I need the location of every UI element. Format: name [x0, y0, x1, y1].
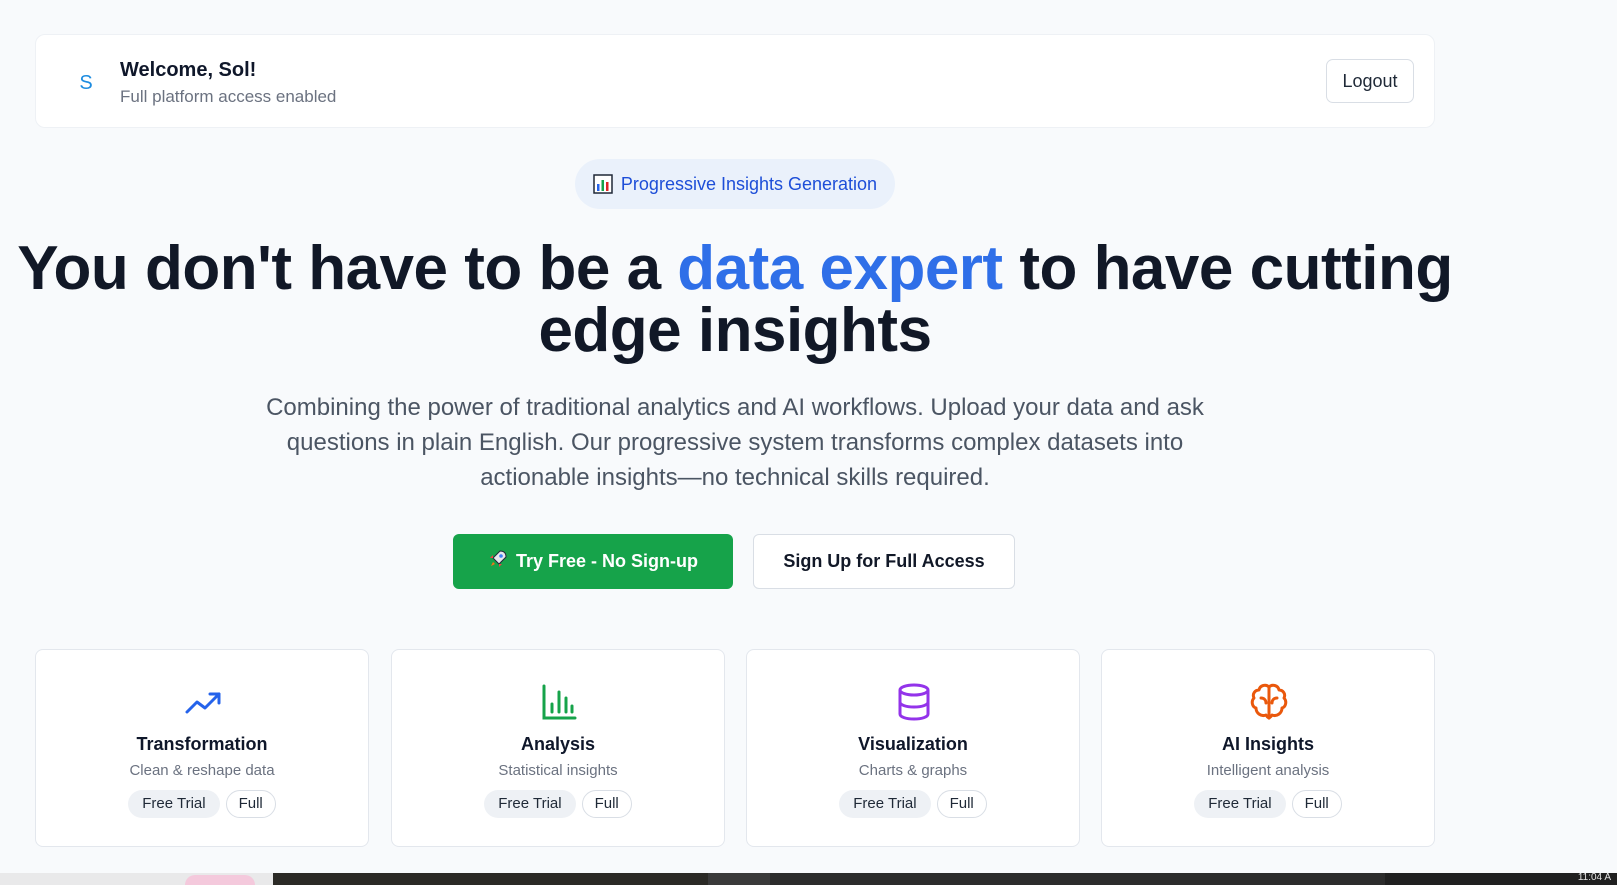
card-subtitle: Intelligent analysis — [1206, 762, 1330, 779]
card-title: AI Insights — [1221, 734, 1314, 754]
user-header-card: S Welcome, Sol! Full platform access ena… — [35, 34, 1435, 128]
tag-full: Full — [581, 790, 632, 818]
card-subtitle: Clean & reshape data — [129, 762, 275, 779]
hero-headline: You don't have to be a data expert to ha… — [0, 238, 1470, 362]
feature-badge: Progressive Insights Generation — [575, 159, 895, 209]
feature-card-ai-insights[interactable]: AI Insights Intelligent analysis Free Tr… — [1101, 649, 1435, 847]
try-free-label: Try Free - No Sign-up — [515, 551, 698, 571]
taskbar-app-area[interactable] — [273, 873, 708, 885]
rocket-icon — [488, 549, 508, 574]
try-free-button[interactable]: Try Free - No Sign-up — [453, 534, 733, 589]
os-taskbar: 11:04 A — [0, 873, 1617, 885]
hero-description: Combining the power of traditional analy… — [266, 394, 1204, 491]
welcome-title: Welcome, Sol! — [120, 59, 257, 81]
tag-free-trial: Free Trial — [839, 790, 931, 818]
bar-chart-icon — [537, 680, 581, 724]
card-tags: Free Trial Full — [747, 790, 1079, 818]
headline-part-1: You don't have to be a — [17, 234, 678, 303]
logout-button[interactable]: Logout — [1326, 59, 1414, 103]
tag-full: Full — [936, 790, 987, 818]
taskbar-active-app[interactable] — [708, 873, 770, 885]
trending-up-icon — [181, 680, 225, 724]
taskbar-thumbnail-image — [185, 875, 255, 885]
tag-free-trial: Free Trial — [484, 790, 576, 818]
tag-full: Full — [1291, 790, 1342, 818]
feature-card-visualization[interactable]: Visualization Charts & graphs Free Trial… — [746, 649, 1080, 847]
card-tags: Free Trial Full — [36, 790, 368, 818]
feature-card-transformation[interactable]: Transformation Clean & reshape data Free… — [35, 649, 369, 847]
bar-chart-icon — [593, 174, 613, 194]
taskbar-app-area-2[interactable] — [770, 873, 1385, 885]
card-title: Analysis — [520, 734, 596, 754]
card-tags: Free Trial Full — [1102, 790, 1434, 818]
taskbar-clock[interactable]: 11:04 A — [1578, 873, 1611, 883]
card-subtitle: Charts & graphs — [858, 762, 968, 779]
database-icon — [892, 680, 936, 724]
tag-free-trial: Free Trial — [128, 790, 220, 818]
avatar: S — [79, 72, 93, 94]
card-tags: Free Trial Full — [392, 790, 724, 818]
tag-full: Full — [225, 790, 276, 818]
badge-label: Progressive Insights Generation — [620, 173, 878, 194]
card-subtitle: Statistical insights — [498, 762, 618, 779]
sign-up-button[interactable]: Sign Up for Full Access — [753, 534, 1015, 589]
brain-icon — [1247, 680, 1291, 724]
headline-accent: data expert — [677, 234, 1003, 303]
access-status-text: Full platform access enabled — [120, 87, 337, 106]
card-title: Transformation — [136, 734, 268, 754]
tag-free-trial: Free Trial — [1194, 790, 1286, 818]
card-title: Visualization — [858, 734, 968, 754]
feature-card-analysis[interactable]: Analysis Statistical insights Free Trial… — [391, 649, 725, 847]
